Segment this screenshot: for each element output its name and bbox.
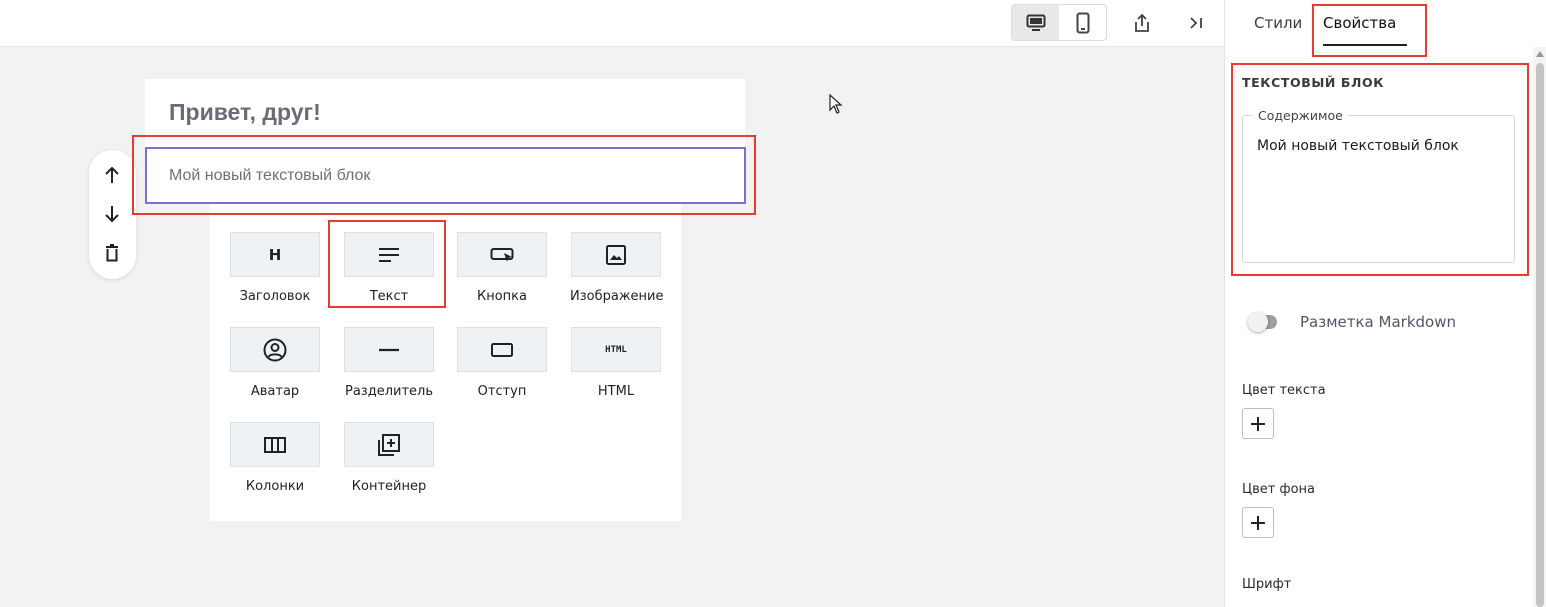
- html-icon: HTML: [605, 344, 627, 355]
- picker-item-image[interactable]: Изображение: [570, 232, 664, 304]
- collapse-panel-icon: [1190, 16, 1202, 29]
- picker-tile[interactable]: [344, 327, 434, 372]
- picker-tile[interactable]: H: [230, 232, 320, 277]
- font-label: Шрифт: [1242, 577, 1292, 592]
- heading-icon: H: [268, 245, 282, 264]
- picker-item-label: Отступ: [477, 384, 527, 399]
- toggle-knob: [1248, 312, 1268, 332]
- container-icon: [378, 433, 400, 456]
- picker-item-avatar[interactable]: Аватар: [229, 327, 321, 399]
- picker-item-label: Заголовок: [239, 289, 311, 304]
- avatar-icon: [263, 338, 287, 361]
- picker-tile[interactable]: [457, 327, 547, 372]
- picker-item-spacer[interactable]: Отступ: [456, 327, 548, 399]
- picker-item-button[interactable]: Кнопка: [456, 232, 548, 304]
- move-up-button[interactable]: [100, 163, 124, 187]
- arrow-up-icon: [105, 166, 119, 183]
- picker-item-html[interactable]: HTML HTML: [570, 327, 662, 399]
- panel-scrollbar[interactable]: [1533, 47, 1546, 607]
- section-title: ТЕКСТОВЫЙ БЛОК: [1242, 75, 1385, 90]
- collapse-panel-button[interactable]: [1179, 4, 1215, 41]
- scroll-up-icon[interactable]: [1536, 51, 1544, 57]
- mobile-view-button[interactable]: [1059, 5, 1106, 40]
- plus-icon: [1251, 515, 1265, 530]
- plus-icon: [1251, 416, 1265, 431]
- scroll-thumb[interactable]: [1536, 63, 1544, 607]
- block-picker: H Заголовок Текст Кнопка Изображение Ава…: [210, 204, 681, 521]
- arrow-down-icon: [105, 206, 119, 223]
- picker-item-label: HTML: [597, 384, 635, 399]
- picker-tile[interactable]: [457, 232, 547, 277]
- panel-tabs: Стили Свойства: [1225, 0, 1546, 47]
- markdown-label: Разметка Markdown: [1300, 313, 1456, 331]
- picker-item-divider[interactable]: Разделитель: [343, 327, 435, 399]
- picker-item-text[interactable]: Текст: [343, 232, 435, 304]
- picker-item-label: Изображение: [570, 289, 664, 304]
- properties-panel: Стили Свойства ТЕКСТОВЫЙ БЛОК Содержимое…: [1224, 0, 1546, 607]
- picker-item-label: Колонки: [245, 479, 305, 494]
- share-icon: [1135, 13, 1149, 32]
- active-tab-indicator: [1323, 44, 1407, 46]
- trash-icon: [106, 244, 118, 262]
- picker-tile[interactable]: HTML: [571, 327, 661, 372]
- monitor-icon: [1026, 14, 1045, 31]
- picker-item-container[interactable]: Контейнер: [343, 422, 435, 494]
- content-textarea[interactable]: Содержимое Мой новый текстовый блок: [1242, 108, 1515, 263]
- picker-item-label: Текст: [369, 289, 409, 304]
- move-down-button[interactable]: [100, 202, 124, 226]
- block-controls: [89, 150, 136, 279]
- share-button[interactable]: [1124, 4, 1160, 41]
- text-color-label: Цвет текста: [1242, 383, 1326, 398]
- tab-properties[interactable]: Свойства: [1323, 14, 1396, 32]
- add-text-color-button[interactable]: [1242, 408, 1274, 439]
- picker-item-label: Кнопка: [476, 289, 527, 304]
- markdown-toggle-row: Разметка Markdown: [1248, 312, 1456, 332]
- picker-item-columns[interactable]: Колонки: [229, 422, 321, 494]
- tab-styles[interactable]: Стили: [1254, 14, 1302, 32]
- image-icon: [606, 244, 626, 265]
- selected-text-block[interactable]: Мой новый текстовый блок: [145, 147, 746, 204]
- device-toggle: [1011, 4, 1107, 41]
- picker-item-label: Контейнер: [351, 479, 427, 494]
- bg-color-label: Цвет фона: [1242, 482, 1315, 497]
- button-cursor-icon: [490, 247, 514, 262]
- delete-block-button[interactable]: [100, 241, 124, 265]
- mouse-cursor-icon: [829, 94, 843, 114]
- picker-tile[interactable]: [344, 232, 434, 277]
- picker-tile[interactable]: [344, 422, 434, 467]
- divider-icon: [379, 348, 399, 351]
- smartphone-icon: [1076, 12, 1089, 33]
- email-heading[interactable]: Привет, друг!: [169, 99, 321, 126]
- content-label: Содержимое: [1253, 108, 1348, 123]
- markdown-toggle[interactable]: [1248, 312, 1277, 332]
- text-lines-icon: [379, 247, 399, 262]
- picker-item-heading[interactable]: H Заголовок: [229, 232, 321, 304]
- picker-tile[interactable]: [230, 422, 320, 467]
- picker-item-label: Аватар: [250, 384, 300, 399]
- content-value[interactable]: Мой новый текстовый блок: [1257, 138, 1459, 154]
- spacer-icon: [491, 342, 513, 357]
- picker-tile[interactable]: [230, 327, 320, 372]
- columns-icon: [264, 436, 286, 453]
- picker-tile[interactable]: [571, 232, 661, 277]
- desktop-view-button[interactable]: [1012, 5, 1059, 40]
- picker-item-label: Разделитель: [344, 384, 433, 399]
- add-bg-color-button[interactable]: [1242, 507, 1274, 538]
- top-toolbar: [0, 0, 1224, 47]
